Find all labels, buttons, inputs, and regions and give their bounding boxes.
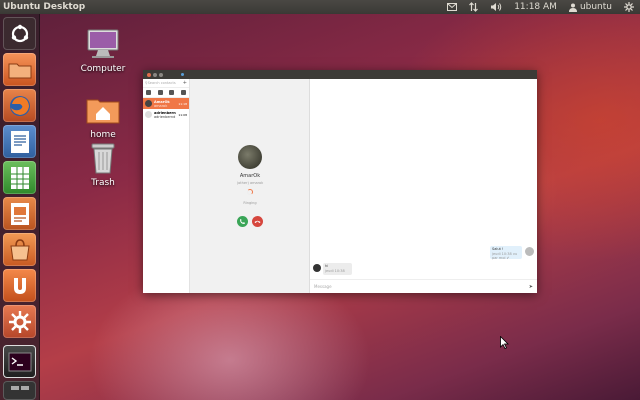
spreadsheet-icon — [10, 166, 29, 189]
message-meta: jeudi 10:38 vu par moi ✔ — [492, 251, 518, 261]
desktop-icon-computer[interactable]: Computer — [73, 26, 133, 74]
avatar — [145, 111, 152, 118]
window-minimize-button[interactable] — [153, 72, 157, 77]
system-settings-launcher[interactable] — [3, 305, 36, 338]
impress-launcher[interactable] — [3, 197, 36, 230]
settings-icon[interactable] — [180, 90, 186, 95]
firefox-launcher[interactable] — [3, 89, 36, 122]
message-text: Salut ! — [492, 247, 504, 251]
files-launcher[interactable] — [3, 53, 36, 86]
add-contact-button[interactable]: + — [183, 80, 187, 86]
computer-icon — [85, 26, 121, 62]
outgoing-message: Salut ! jeudi 10:38 vu par moi ✔ — [490, 246, 522, 261]
app-icon — [181, 73, 184, 76]
contact-item[interactable]: AmarOk amarok 11:18 — [143, 98, 189, 109]
software-center-launcher[interactable] — [3, 233, 36, 266]
ubuntu-one-icon — [13, 277, 26, 294]
contact-status: adrienbernd — [154, 114, 176, 119]
presentation-icon — [10, 202, 29, 225]
search-input[interactable]: Search contacts — [148, 81, 176, 85]
user-name: ubuntu — [579, 2, 612, 12]
call-pane: AmarOk (other) amarok Ringing — [190, 79, 310, 293]
caller-avatar — [238, 145, 262, 169]
contact-item[interactable]: adrienbernd adrienbernd 11:08 — [143, 109, 189, 120]
chat-pane: Salut ! jeudi 10:38 vu par moi ✔ hi jeud… — [310, 79, 537, 293]
mail-icon[interactable] — [441, 0, 463, 14]
contact-time: 11:08 — [178, 112, 187, 117]
panel-title: Ubuntu Desktop — [3, 2, 86, 12]
ringing-spinner-icon — [247, 189, 253, 195]
sidebar-toolbar — [143, 88, 189, 98]
desktop-icon-label: Computer — [80, 64, 126, 74]
desktop-icon-trash[interactable]: Trash — [73, 140, 133, 188]
avatar — [145, 100, 152, 107]
volume-icon[interactable] — [484, 0, 508, 14]
message-input[interactable]: Message — [314, 284, 332, 289]
contacts-icon[interactable] — [157, 90, 163, 95]
contact-status: amarok — [154, 103, 168, 108]
contacts-sidebar: ⚲ Search contacts + AmarOk amarok 11:18 … — [143, 79, 190, 293]
shopping-bag-icon — [9, 238, 30, 260]
conversations-icon[interactable] — [146, 90, 152, 95]
workspaces-icon — [10, 385, 29, 390]
message-composer[interactable]: Message ➤ — [310, 279, 537, 293]
caller-name: AmarOk — [239, 173, 261, 179]
workspace-switcher-launcher[interactable] — [3, 381, 36, 400]
gear-icon[interactable] — [618, 0, 640, 14]
ubuntu-one-launcher[interactable] — [3, 269, 36, 302]
contact-time: 11:18 — [178, 101, 187, 106]
history-icon[interactable] — [169, 90, 175, 95]
incoming-message: hi jeudi 10:38 — [323, 263, 352, 275]
network-icon[interactable] — [463, 0, 484, 14]
message-meta: jeudi 10:38 — [325, 268, 345, 273]
call-status: Ringing — [243, 201, 257, 205]
avatar — [525, 247, 534, 256]
window-titlebar[interactable] — [143, 70, 537, 79]
trash-icon — [85, 140, 121, 176]
settings-icon — [8, 310, 31, 333]
top-panel: Ubuntu Desktop 11:18 AM ubuntu — [0, 0, 640, 14]
app-window: ⚲ Search contacts + AmarOk amarok 11:18 … — [143, 70, 537, 293]
window-maximize-button[interactable] — [159, 72, 163, 77]
calc-launcher[interactable] — [3, 161, 36, 194]
user-menu[interactable]: ubuntu — [563, 0, 618, 14]
contact-search[interactable]: ⚲ Search contacts + — [143, 79, 189, 88]
desktop-icon-label: Trash — [91, 178, 115, 188]
hangup-icon — [254, 220, 261, 223]
decline-call-button[interactable] — [252, 216, 263, 227]
user-icon — [568, 3, 577, 12]
document-icon — [10, 130, 29, 153]
accept-call-button[interactable] — [237, 216, 248, 227]
terminal-launcher[interactable] — [3, 345, 36, 378]
clock[interactable]: 11:18 AM — [508, 0, 563, 14]
desktop-icon-home[interactable]: home — [73, 92, 133, 140]
mouse-cursor-icon — [500, 334, 509, 353]
terminal-icon — [8, 352, 31, 371]
avatar — [313, 264, 321, 272]
writer-launcher[interactable] — [3, 125, 36, 158]
caller-subtitle: (other) amarok — [236, 181, 264, 185]
folder-icon — [8, 63, 31, 78]
send-icon[interactable]: ➤ — [529, 284, 533, 290]
firefox-icon — [9, 95, 30, 116]
home-folder-icon — [85, 92, 121, 128]
ubuntu-logo-icon — [11, 24, 28, 42]
dash-home-button[interactable] — [3, 17, 36, 50]
window-close-button[interactable] — [147, 72, 151, 77]
phone-icon — [240, 219, 245, 224]
message-text: hi — [325, 264, 329, 268]
launcher — [0, 14, 40, 400]
desktop-icon-label: home — [90, 130, 116, 140]
